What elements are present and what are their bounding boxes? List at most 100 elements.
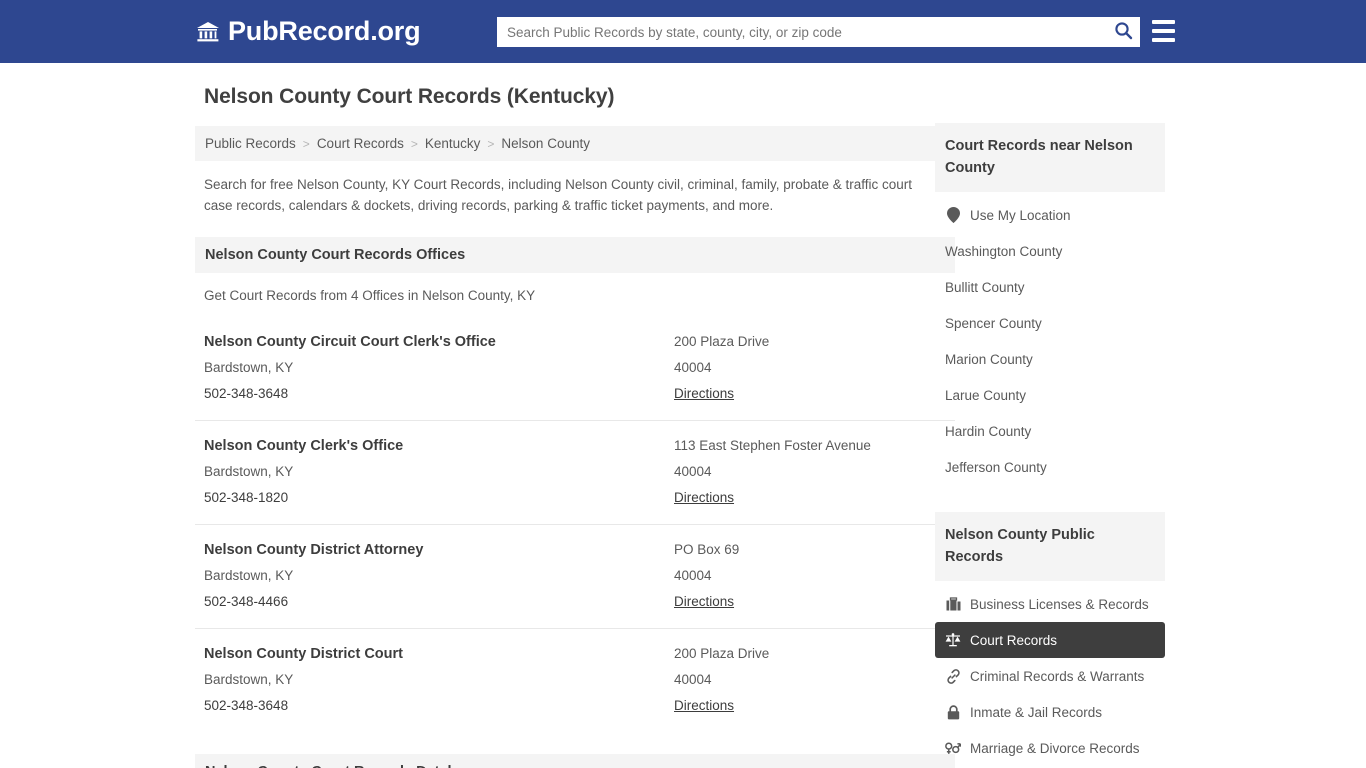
site-logo[interactable]: PubRecord.org — [195, 16, 421, 47]
site-logo-text: PubRecord.org — [228, 16, 421, 46]
office-info: Nelson County Clerk's Office Bardstown, … — [204, 433, 674, 511]
offices-count-note: Get Court Records from 4 Offices in Nels… — [204, 288, 536, 303]
breadcrumb-item-kentucky[interactable]: Kentucky — [425, 136, 481, 151]
sidebar-item-spencer-county[interactable]: Spencer County — [935, 305, 1165, 341]
office-city-state: Bardstown, KY — [204, 568, 294, 583]
office-phone: 502-348-3648 — [204, 698, 289, 713]
sidebar-item-hardin-county[interactable]: Hardin County — [935, 413, 1165, 449]
sidebar-near-box: Court Records near Nelson County Use My … — [935, 123, 1165, 485]
office-zip: 40004 — [674, 464, 712, 479]
hamburger-menu-icon[interactable] — [1152, 20, 1175, 42]
sidebar-item-criminal-records[interactable]: Criminal Records & Warrants — [935, 658, 1165, 694]
sidebar-item-larue-county[interactable]: Larue County — [935, 377, 1165, 413]
breadcrumb-separator: > — [410, 136, 418, 151]
office-address: 200 Plaza Drive 40004 Directions — [674, 329, 946, 407]
site-header: PubRecord.org — [0, 0, 1366, 63]
office-phone: 502-348-1820 — [204, 490, 289, 505]
office-zip: 40004 — [674, 360, 712, 375]
sidebar-item-label: Inmate & Jail Records — [970, 704, 1103, 720]
sidebar-item-label: Jefferson County — [945, 459, 1047, 475]
office-address: 200 Plaza Drive 40004 Directions — [674, 641, 946, 719]
office-name: Nelson County Circuit Court Clerk's Offi… — [204, 334, 496, 350]
sidebar-item-bullitt-county[interactable]: Bullitt County — [935, 269, 1165, 305]
sidebar-item-marriage-divorce-records[interactable]: Marriage & Divorce Records — [935, 730, 1165, 766]
directions-link[interactable]: Directions — [674, 381, 734, 407]
office-info: Nelson County Circuit Court Clerk's Offi… — [204, 329, 674, 407]
office-city-state: Bardstown, KY — [204, 464, 294, 479]
sidebar-item-marion-county[interactable]: Marion County — [935, 341, 1165, 377]
office-info: Nelson County District Attorney Bardstow… — [204, 537, 674, 615]
table-row: Nelson County District Attorney Bardstow… — [195, 524, 955, 628]
map-pin-icon — [945, 207, 961, 223]
sidebar-item-label: Marriage & Divorce Records — [970, 740, 1140, 756]
offices-section-heading: Nelson County Court Records Offices — [195, 237, 955, 273]
office-name: Nelson County District Court — [204, 646, 403, 662]
sidebar-item-label: Larue County — [945, 387, 1027, 403]
databases-section-heading: Nelson County Court Records Databases — [195, 754, 955, 768]
offices-list: Nelson County Circuit Court Clerk's Offi… — [195, 317, 955, 732]
office-phone: 502-348-4466 — [204, 594, 289, 609]
sidebar-item-label: Use My Location — [970, 207, 1071, 223]
office-city-state: Bardstown, KY — [204, 672, 294, 687]
table-row: Nelson County District Court Bardstown, … — [195, 628, 955, 732]
sidebar-item-label: Hardin County — [945, 423, 1032, 439]
office-zip: 40004 — [674, 672, 712, 687]
sidebar-item-business-licenses[interactable]: Business Licenses & Records — [935, 586, 1165, 622]
lock-icon — [945, 704, 961, 720]
scales-of-justice-icon — [945, 632, 961, 648]
office-zip: 40004 — [674, 568, 712, 583]
page-title: Nelson County Court Records (Kentucky) — [204, 85, 615, 108]
sidebar-item-washington-county[interactable]: Washington County — [935, 233, 1165, 269]
search-bar — [497, 17, 1140, 47]
sidebar-item-label: Bullitt County — [945, 279, 1025, 295]
bank-icon — [195, 19, 221, 45]
sidebar-item-use-my-location[interactable]: Use My Location — [935, 197, 1165, 233]
link-chain-icon — [945, 668, 961, 684]
sidebar-item-label: Court Records — [970, 632, 1058, 648]
search-button[interactable] — [1106, 17, 1140, 47]
sidebar-records-heading: Nelson County Public Records — [935, 512, 1165, 581]
sidebar-item-label: Washington County — [945, 243, 1063, 259]
breadcrumb: Public Records > Court Records > Kentuck… — [195, 126, 955, 161]
table-row: Nelson County Clerk's Office Bardstown, … — [195, 420, 955, 524]
page-intro-text: Search for free Nelson County, KY Court … — [204, 177, 913, 213]
table-row: Nelson County Circuit Court Clerk's Offi… — [195, 317, 955, 420]
office-info: Nelson County District Court Bardstown, … — [204, 641, 674, 719]
sidebar-item-inmate-jail-records[interactable]: Inmate & Jail Records — [935, 694, 1165, 730]
sidebar-records-list: Business Licenses & Records Court Record… — [935, 586, 1165, 768]
sidebar-near-list: Use My Location Washington County Bullit… — [935, 197, 1165, 485]
sidebar-item-label: Spencer County — [945, 315, 1042, 331]
sidebar-item-jefferson-county[interactable]: Jefferson County — [935, 449, 1165, 485]
sidebar-item-label: Business Licenses & Records — [970, 596, 1149, 612]
sidebar: Court Records near Nelson County Use My … — [935, 123, 1165, 768]
office-city-state: Bardstown, KY — [204, 360, 294, 375]
hamburger-bar — [1152, 38, 1175, 42]
hamburger-bar — [1152, 20, 1175, 24]
office-name: Nelson County Clerk's Office — [204, 438, 404, 454]
office-street: 200 Plaza Drive — [674, 646, 770, 661]
search-input[interactable] — [497, 18, 1106, 46]
directions-link[interactable]: Directions — [674, 485, 734, 511]
search-icon — [1114, 21, 1133, 43]
office-street: 113 East Stephen Foster Avenue — [674, 438, 871, 453]
breadcrumb-separator: > — [487, 136, 495, 151]
office-street: 200 Plaza Drive — [674, 334, 770, 349]
office-name: Nelson County District Attorney — [204, 542, 424, 558]
directions-link[interactable]: Directions — [674, 589, 734, 615]
gender-symbols-icon — [945, 740, 961, 756]
breadcrumb-item-public-records[interactable]: Public Records — [205, 136, 296, 151]
sidebar-near-heading: Court Records near Nelson County — [935, 123, 1165, 192]
directions-link[interactable]: Directions — [674, 693, 734, 719]
breadcrumb-item-court-records[interactable]: Court Records — [317, 136, 404, 151]
main-content: Nelson County Court Records (Kentucky) P… — [195, 85, 955, 768]
sidebar-item-court-records[interactable]: Court Records — [935, 622, 1165, 658]
hamburger-bar — [1152, 29, 1175, 33]
breadcrumb-item-nelson-county[interactable]: Nelson County — [501, 136, 590, 151]
breadcrumb-separator: > — [302, 136, 310, 151]
office-phone: 502-348-3648 — [204, 386, 289, 401]
briefcase-icon — [945, 596, 961, 612]
office-street: PO Box 69 — [674, 542, 740, 557]
office-address: PO Box 69 40004 Directions — [674, 537, 946, 615]
sidebar-item-label: Criminal Records & Warrants — [970, 668, 1145, 684]
sidebar-item-label: Marion County — [945, 351, 1033, 367]
